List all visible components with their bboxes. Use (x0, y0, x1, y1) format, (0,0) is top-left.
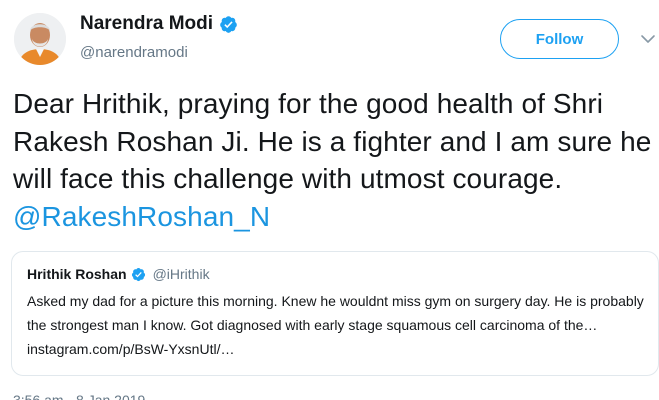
chevron-down-icon[interactable] (640, 31, 656, 47)
tweet-body: Dear Hrithik, praying for the good healt… (13, 88, 652, 194)
tweet-text: Dear Hrithik, praying for the good healt… (13, 85, 653, 235)
mention-link[interactable]: @RakeshRoshan_N (13, 201, 270, 232)
tweet-card: Narendra Modi @narendramodi Follow Dear … (0, 0, 659, 400)
avatar[interactable] (14, 13, 66, 65)
quoted-author-handle: @iHrithik (152, 266, 210, 282)
author-handle[interactable]: @narendramodi (80, 44, 188, 61)
quoted-author-name: Hrithik Roshan (27, 266, 127, 282)
verified-badge-icon (220, 15, 237, 33)
verified-badge-icon (131, 267, 145, 281)
author-name-row[interactable]: Narendra Modi (80, 13, 238, 35)
quoted-tweet-text: Asked my dad for a picture this morning.… (27, 293, 644, 357)
author-name[interactable]: Narendra Modi (80, 13, 213, 35)
follow-button[interactable]: Follow (500, 19, 619, 59)
quoted-tweet[interactable]: Hrithik Roshan @iHrithik Asked my dad fo… (11, 251, 659, 376)
quoted-tweet-header: Hrithik Roshan @iHrithik (27, 266, 644, 282)
tweet-timestamp[interactable]: 3:56 am - 8 Jan 2019 (13, 392, 145, 400)
avatar-image (14, 13, 66, 65)
